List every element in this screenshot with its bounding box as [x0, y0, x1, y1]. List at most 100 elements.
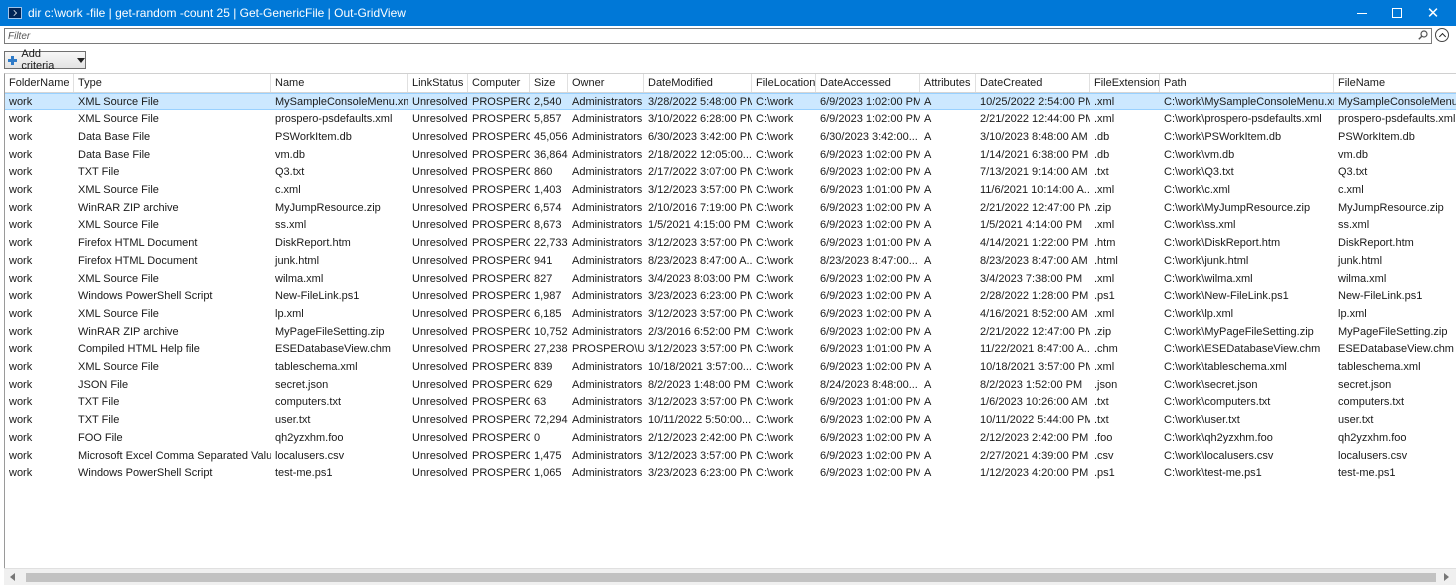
- table-cell: 2/12/2023 2:42:00 PM: [648, 431, 752, 444]
- table-cell: 8/2/2023 1:48:00 PM: [648, 378, 751, 391]
- column-header[interactable]: DateAccessed: [816, 74, 920, 92]
- table-cell: 10/11/2022 5:50:00...: [648, 414, 752, 427]
- table-cell: XML Source File: [78, 113, 159, 126]
- column-header[interactable]: Owner: [568, 74, 644, 92]
- column-header[interactable]: FileName: [1334, 74, 1456, 92]
- table-cell: C:\work\MyPageFileSetting.zip: [1164, 325, 1314, 338]
- table-cell: WinRAR ZIP archive: [78, 325, 179, 338]
- scroll-right-icon[interactable]: [1444, 573, 1449, 581]
- table-cell: 2/21/2022 12:44:00 PM: [980, 113, 1090, 126]
- column-header[interactable]: DateCreated: [976, 74, 1090, 92]
- table-cell: PROSPERO: [472, 414, 530, 427]
- table-cell: Administrators: [572, 166, 643, 179]
- column-header[interactable]: Attributes: [920, 74, 976, 92]
- table-cell: Administrators: [572, 325, 643, 338]
- table-cell: 8/2/2023 1:52:00 PM: [980, 378, 1083, 391]
- table-row[interactable]: work Compiled HTML Help file ESEDatabaseVi…: [5, 341, 1456, 358]
- table-cell: PSWorkItem.db: [1338, 130, 1415, 143]
- table-row[interactable]: work Data Base File PSWorkItem.db Unresolve…: [5, 128, 1456, 145]
- table-cell: MySampleConsoleMenu.x...: [1338, 95, 1456, 108]
- table-row[interactable]: work JSON File secret.json Unresolved PROSPE…: [5, 376, 1456, 393]
- table-cell: C:\work: [756, 184, 794, 196]
- table-cell: Administrators: [572, 219, 643, 232]
- table-cell: work: [9, 378, 33, 391]
- table-row[interactable]: work Firefox HTML Document DiskReport.htm U…: [5, 235, 1456, 252]
- table-cell: 3/12/2023 3:57:00 PM: [648, 184, 752, 196]
- table-row[interactable]: work Firefox HTML Document junk.html Unreso…: [5, 252, 1456, 269]
- table-cell: 72,294: [534, 414, 568, 427]
- table-cell: tableschema.xml: [1338, 361, 1421, 373]
- table-row[interactable]: work XML Source File lp.xml Unresolved PROSP…: [5, 305, 1456, 322]
- table-cell: 6/9/2023 1:02:00 PM: [820, 95, 920, 108]
- powershell-icon: [8, 7, 22, 19]
- column-header[interactable]: Computer: [468, 74, 530, 92]
- table-cell: Unresolved: [412, 431, 468, 444]
- table-cell: .json: [1094, 378, 1118, 391]
- table-row[interactable]: work XML Source File tableschema.xml Unreso…: [5, 359, 1456, 376]
- table-row[interactable]: work XML Source File prospero-psdefaults.x…: [5, 111, 1456, 128]
- column-header[interactable]: FileExtension: [1090, 74, 1160, 92]
- table-row[interactable]: work WinRAR ZIP archive MyJumpResource.zip…: [5, 199, 1456, 216]
- table-row[interactable]: work TXT File Q3.txt Unresolved PROSPERO 860 A…: [5, 164, 1456, 181]
- table-cell: 6/9/2023 1:02:00 PM: [820, 325, 920, 338]
- table-cell: 2/28/2022 1:28:00 PM: [980, 290, 1089, 303]
- table-cell: work: [9, 467, 33, 480]
- table-row[interactable]: work XML Source File c.xml Unresolved PROSPE…: [5, 182, 1456, 199]
- collapse-filter-button[interactable]: [1435, 28, 1449, 42]
- table-cell: work: [9, 414, 33, 427]
- table-row[interactable]: work Windows PowerShell Script test-me.ps1…: [5, 465, 1456, 482]
- table-row[interactable]: work Microsoft Excel Comma Separated Valu…: [5, 447, 1456, 464]
- table-cell: A: [924, 95, 932, 108]
- table-row[interactable]: work Windows PowerShell Script New-FileLin…: [5, 288, 1456, 305]
- table-cell: 5,857: [534, 113, 562, 126]
- table-cell: A: [924, 237, 932, 250]
- filter-input[interactable]: [5, 29, 1431, 43]
- column-header[interactable]: Name: [271, 74, 408, 92]
- table-row[interactable]: work WinRAR ZIP archive MyPageFileSetting.…: [5, 323, 1456, 340]
- window-title: dir c:\work -file | get-random -count 25…: [28, 6, 406, 20]
- table-cell: PSWorkItem.db: [275, 130, 352, 143]
- column-header[interactable]: Type: [74, 74, 271, 92]
- table-cell: Unresolved: [412, 166, 468, 179]
- table-cell: 6/9/2023 1:02:00 PM: [820, 219, 920, 232]
- table-cell: C:\work\DiskReport.htm: [1164, 237, 1281, 250]
- add-criteria-button[interactable]: Add criteria: [4, 48, 86, 72]
- column-header[interactable]: FileLocation: [752, 74, 816, 92]
- column-header[interactable]: Path: [1160, 74, 1334, 92]
- table-row[interactable]: work XML Source File wilma.xml Unresolved PR…: [5, 270, 1456, 287]
- table-cell: .db: [1094, 148, 1110, 161]
- table-cell: C:\work: [756, 343, 794, 356]
- close-button[interactable]: ✕: [1410, 0, 1456, 26]
- table-cell: vm.db: [275, 148, 305, 161]
- table-cell: 6/9/2023 1:01:00 PM: [820, 184, 920, 196]
- horizontal-scrollbar[interactable]: [4, 568, 1456, 585]
- table-cell: XML Source File: [78, 184, 159, 196]
- table-cell: Administrators: [572, 449, 643, 462]
- table-row[interactable]: work XML Source File MySampleConsoleMenu.x…: [5, 93, 1456, 110]
- column-header[interactable]: LinkStatus: [408, 74, 468, 92]
- table-cell: 10/11/2022 5:44:00 PM: [980, 414, 1090, 427]
- column-header[interactable]: FolderName: [5, 74, 74, 92]
- table-cell: 3/10/2022 6:28:00 PM: [648, 113, 752, 126]
- column-header[interactable]: DateModified: [644, 74, 752, 92]
- search-icon[interactable]: [1418, 30, 1428, 40]
- table-cell: C:\work: [756, 219, 794, 232]
- table-row[interactable]: work FOO File qh2yzxhm.foo Unresolved PROSPE…: [5, 429, 1456, 446]
- plus-icon: [8, 55, 18, 65]
- table-row[interactable]: work TXT File computers.txt Unresolved PROSP…: [5, 394, 1456, 411]
- table-cell: Administrators: [572, 148, 643, 161]
- table-row[interactable]: work Data Base File vm.db Unresolved PROSPER…: [5, 146, 1456, 163]
- table-cell: Unresolved: [412, 414, 468, 427]
- table-cell: C:\work: [756, 113, 794, 126]
- table-row[interactable]: work XML Source File ss.xml Unresolved PROSP…: [5, 217, 1456, 234]
- table-cell: computers.txt: [275, 396, 342, 409]
- table-cell: work: [9, 361, 33, 373]
- table-cell: Administrators: [572, 414, 643, 427]
- table-cell: 63: [534, 396, 547, 409]
- table-cell: work: [9, 272, 33, 285]
- scrollbar-thumb[interactable]: [26, 573, 1436, 582]
- table-row[interactable]: work TXT File user.txt Unresolved PROSPERO 72…: [5, 412, 1456, 429]
- table-cell: C:\work: [756, 449, 794, 462]
- column-header[interactable]: Size: [530, 74, 568, 92]
- scroll-left-icon[interactable]: [10, 573, 15, 581]
